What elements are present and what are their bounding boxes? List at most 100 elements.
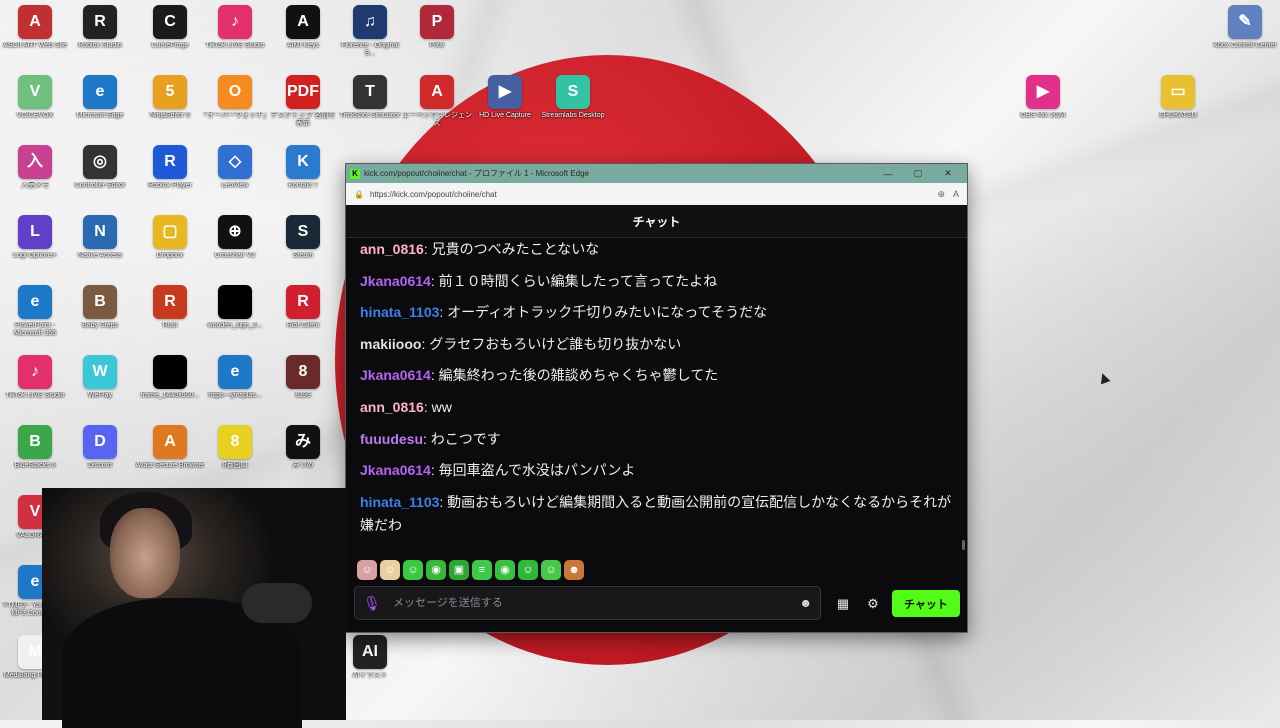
chat-scrollbar[interactable]	[962, 540, 965, 550]
maximize-button[interactable]: ▢	[903, 168, 933, 179]
emote-button[interactable]: ☺	[518, 560, 538, 580]
chat-text: 動画おもろいけど編集期間入ると動画公開前の宣伝配信しかなくなるからそれが嫌だわ	[360, 493, 952, 533]
emote-button[interactable]: ☺	[403, 560, 423, 580]
desktop-shortcut[interactable]: B BlueStacks 5	[0, 425, 70, 495]
desktop-shortcut[interactable]: PDF デスクトップ 名前を表示	[268, 75, 338, 145]
desktop-shortcut[interactable]: R Roblox Studio	[65, 5, 135, 75]
emote-button[interactable]: ☻	[564, 560, 584, 580]
desktop-shortcut[interactable]: V VOICEVOX	[0, 75, 70, 145]
desktop-shortcut[interactable]: みみつめ	[268, 425, 338, 495]
chat-message: Jkana0614: 毎回車盗んで水没はパンパンよ	[346, 459, 967, 482]
desktop-shortcut[interactable]: ♪ TikTok LIVE Studio	[0, 355, 70, 425]
desktop-shortcut[interactable]: ◎ Controller Editor	[65, 145, 135, 215]
desktop-shortcut[interactable]: ♫ Florence - Original S...	[335, 5, 405, 75]
desktop-shortcut[interactable]: B Baby Steps	[65, 285, 135, 355]
desktop-shortcut[interactable]: A エーペックスレジェンズ	[402, 75, 472, 145]
desktop-shortcut[interactable]: 8 8番出口	[200, 425, 270, 495]
read-aloud-icon[interactable]: A	[953, 189, 959, 199]
desktop-shortcut[interactable]: R Rust	[135, 285, 205, 355]
desktop-shortcut[interactable]: 8 8199	[268, 355, 338, 425]
desktop-shortcut[interactable]: e PowerPoint - Microsoft 365	[0, 285, 70, 355]
desktop-shortcut[interactable]: R Riot Client	[268, 285, 338, 355]
desktop-shortcut[interactable]: P Pixiv	[402, 5, 472, 75]
app-icon	[153, 355, 187, 389]
chat-username[interactable]: makiiooo	[360, 336, 421, 352]
emote-button[interactable]: ☺	[380, 560, 400, 580]
close-button[interactable]: ✕	[933, 168, 963, 179]
chat-message: Jkana0614: 前１０時間くらい編集したって言ってたよね	[346, 270, 967, 293]
desktop-shortcut[interactable]: e https---yinsplas...	[200, 355, 270, 425]
chat-separator: :	[430, 462, 439, 479]
desktop-shortcut-label: Microsoft Edge	[76, 112, 124, 119]
desktop-shortcut[interactable]: wooden_sign_2...	[200, 285, 270, 355]
settings-gear-icon[interactable]: ⚙	[865, 596, 881, 612]
desktop-shortcut[interactable]: frame_1440x900...	[135, 355, 205, 425]
chat-username[interactable]: ann_0816	[360, 241, 424, 257]
app-icon	[218, 285, 252, 319]
app-icon: A	[286, 5, 320, 39]
chat-username[interactable]: ann_0816	[360, 399, 424, 415]
desktop-shortcut[interactable]: R Roblox Player	[135, 145, 205, 215]
microphone-icon[interactable]: 🎙	[363, 595, 385, 612]
chat-separator: :	[423, 430, 431, 447]
desktop-shortcut[interactable]: 入入室メモ	[0, 145, 70, 215]
chat-message-input[interactable]	[385, 596, 800, 610]
desktop-shortcut-label: OBS Mix 2024	[1020, 112, 1066, 119]
emote-button[interactable]: ≡	[472, 560, 492, 580]
desktop-shortcut[interactable]: K Kontakt 7	[268, 145, 338, 215]
desktop-shortcut[interactable]: A Avast Secure Browser	[135, 425, 205, 495]
desktop-shortcut-label: エーペックスレジェンズ	[402, 112, 472, 127]
desktop-shortcut[interactable]: D Discord	[65, 425, 135, 495]
chat-text: ww	[431, 398, 452, 415]
desktop-shortcut[interactable]: ▶ HD Live Capture	[470, 75, 540, 145]
window-titlebar[interactable]: K kick.com/popout/choiine/chat - プロファイル …	[346, 164, 967, 183]
desktop-shortcut[interactable]: ♪ TikTok LIVE Studio	[200, 5, 270, 75]
chat-username[interactable]: fuuudesu	[360, 431, 423, 447]
desktop-shortcut[interactable]: C CurseForge	[135, 5, 205, 75]
app-icon: ◎	[83, 145, 117, 179]
desktop-shortcut[interactable]: W WePlay	[65, 355, 135, 425]
desktop-shortcut[interactable]: e Microsoft Edge	[65, 75, 135, 145]
desktop-shortcut-label: AIM! Keys	[287, 42, 319, 49]
app-icon: ⊕	[218, 215, 252, 249]
gift-icon[interactable]: ▦	[835, 596, 851, 612]
chat-username[interactable]: hinata_1103	[360, 494, 439, 510]
desktop-shortcut[interactable]: ▶ OBS Mix 2024	[1008, 75, 1078, 145]
desktop-shortcut[interactable]: T TrickShot Simulator	[335, 75, 405, 145]
app-icon: e	[218, 355, 252, 389]
chat-header: チャット	[346, 205, 967, 238]
desktop-shortcut[interactable]: ▭ SHUKATSU	[1143, 75, 1213, 145]
address-url[interactable]: https://kick.com/popout/choiine/chat	[370, 190, 929, 199]
emote-button[interactable]: ◉	[426, 560, 446, 580]
chat-username[interactable]: Jkana0614	[360, 273, 431, 289]
desktop-shortcut[interactable]: ▢ Dropbox	[135, 215, 205, 285]
desktop-shortcut[interactable]: ✎ Xbox Control Center	[1210, 5, 1280, 75]
desktop-shortcut[interactable]: 5 NinjaEditor 5	[135, 75, 205, 145]
desktop-shortcut[interactable]: A AIM! Keys	[268, 5, 338, 75]
desktop-shortcut[interactable]: ⊕ Crosshair V2	[200, 215, 270, 285]
send-chat-button[interactable]: チャット	[892, 590, 960, 617]
desktop-shortcut-label: ASCII ART Web Site	[3, 42, 67, 49]
chat-username[interactable]: hinata_1103	[360, 304, 439, 320]
desktop-shortcut-label: SHUKATSU	[1159, 112, 1197, 119]
emoji-picker-icon[interactable]: ☻	[799, 596, 812, 610]
minimize-button[interactable]: —	[873, 169, 903, 179]
desktop-shortcut[interactable]: N Native Access	[65, 215, 135, 285]
chat-username[interactable]: Jkana0614	[360, 367, 431, 383]
emote-button[interactable]: ◉	[495, 560, 515, 580]
desktop-shortcut[interactable]: ◇ LeoView	[200, 145, 270, 215]
desktop-shortcut[interactable]: A ASCII ART Web Site	[0, 5, 70, 75]
emote-button[interactable]: ☺	[357, 560, 377, 580]
desktop-shortcut-label: みつめ	[292, 462, 314, 469]
app-icon: A	[420, 75, 454, 109]
emote-button[interactable]: ☺	[541, 560, 561, 580]
chat-username[interactable]: Jkana0614	[360, 462, 431, 478]
desktop-shortcut[interactable]: L Logi Options+	[0, 215, 70, 285]
zoom-icon[interactable]: ⊕	[937, 189, 945, 200]
desktop-shortcut[interactable]: O 「オーバーウォッチ」	[200, 75, 270, 145]
address-bar[interactable]: 🔒 https://kick.com/popout/choiine/chat ⊕…	[346, 183, 967, 205]
emote-button[interactable]: ▣	[449, 560, 469, 580]
chat-message-list[interactable]: ann_0816: 兄貴のつべみたことないな Jkana0614: 前１０時間くら…	[346, 238, 967, 553]
desktop-shortcut[interactable]: S Steam	[268, 215, 338, 285]
desktop-shortcut[interactable]: S Streamlabs Desktop	[538, 75, 608, 145]
